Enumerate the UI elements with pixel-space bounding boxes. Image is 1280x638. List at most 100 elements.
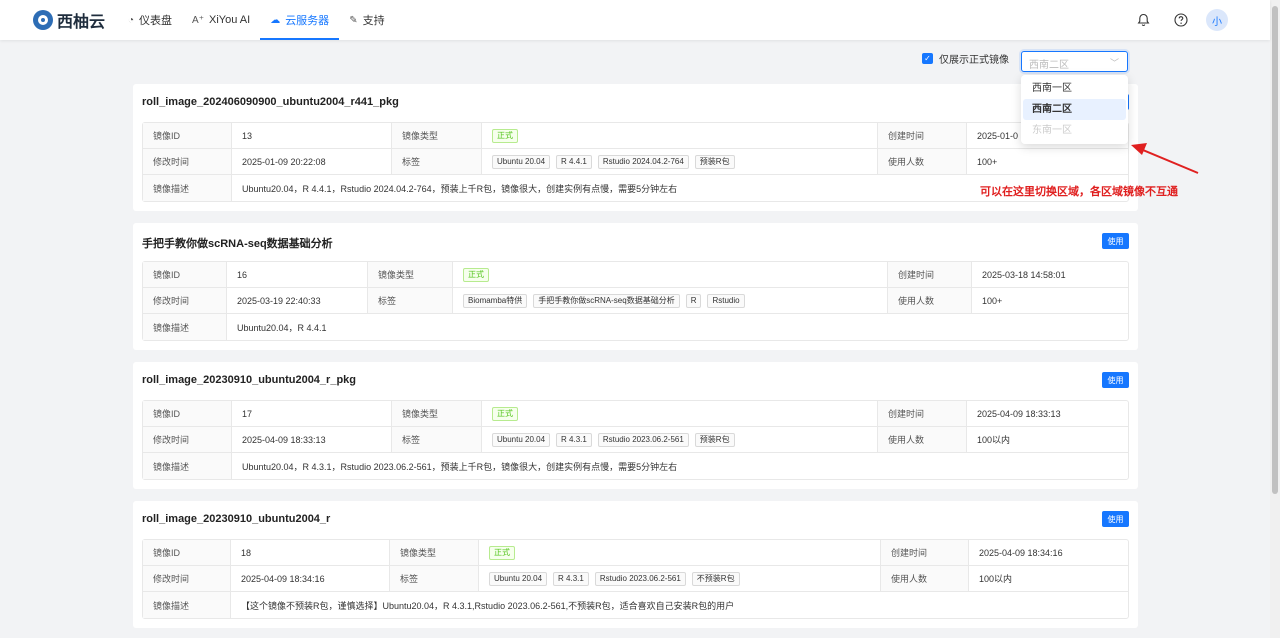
table-row: 镜像描述 Ubuntu20.04，R 4.4.1 bbox=[143, 314, 1128, 340]
use-button[interactable]: 使用 bbox=[1102, 511, 1129, 527]
tag: 预装R包 bbox=[694, 432, 735, 447]
value-image-id: 13 bbox=[232, 123, 392, 148]
label-image-id: 镜像ID bbox=[143, 401, 232, 426]
value-users: 100以内 bbox=[977, 435, 1011, 445]
tag: Rstudio 2024.04.2-764 bbox=[597, 154, 689, 169]
value-modified: 2025-01-09 20:22:08 bbox=[232, 149, 392, 174]
nav-item-support[interactable]: ✎ 支持 bbox=[339, 0, 394, 40]
label-tags: 标签 bbox=[390, 566, 479, 591]
image-card: roll_image_20230910_ubuntu2004_r_pkg 使用 … bbox=[133, 362, 1138, 489]
table-row: 镜像ID 16 镜像类型 正式 创建时间 2025-03-18 14:58:01 bbox=[143, 262, 1128, 288]
value-desc: Ubuntu20.04，R 4.4.1 bbox=[237, 322, 327, 333]
value-image-type: 正式 bbox=[453, 262, 888, 287]
label-image-type: 镜像类型 bbox=[368, 262, 453, 287]
label-created: 创建时间 bbox=[888, 262, 972, 287]
chevron-down-icon: ﹀ bbox=[1109, 58, 1119, 68]
label-image-type: 镜像类型 bbox=[392, 123, 482, 148]
cloud-icon: ☁ bbox=[270, 14, 281, 26]
tag: Ubuntu 20.04 bbox=[489, 571, 548, 586]
value-users: 100以内 bbox=[979, 574, 1013, 584]
label-created: 创建时间 bbox=[878, 401, 967, 426]
value-image-id: 16 bbox=[227, 262, 368, 287]
value-modified: 2025-04-09 18:34:16 bbox=[231, 566, 390, 591]
label-users: 使用人数 bbox=[888, 288, 972, 313]
label-tags: 标签 bbox=[392, 149, 482, 174]
tag-list: Ubuntu 20.04 R 4.3.1 Rstudio 2023.06.2-5… bbox=[482, 427, 878, 452]
label-image-id: 镜像ID bbox=[143, 540, 231, 565]
tag: Rstudio bbox=[707, 293, 745, 308]
region-select[interactable]: 西南二区 ﹀ bbox=[1021, 51, 1128, 72]
value-desc: 【这个镜像不预装R包，谨慎选择】Ubuntu20.04，R 4.3.1,Rstu… bbox=[241, 600, 735, 611]
checkbox-checked-icon[interactable]: ✓ bbox=[922, 53, 933, 64]
table-row: 镜像ID 18 镜像类型 正式 创建时间 2025-04-09 18:34:16 bbox=[143, 540, 1128, 566]
value-image-type: 正式 bbox=[479, 540, 881, 565]
label-image-type: 镜像类型 bbox=[390, 540, 479, 565]
brand-name: 西柚云 bbox=[57, 14, 106, 31]
value-image-id: 17 bbox=[232, 401, 392, 426]
status-badge: 正式 bbox=[492, 406, 518, 421]
use-button[interactable]: 使用 bbox=[1102, 372, 1129, 388]
value-image-type: 正式 bbox=[482, 123, 878, 148]
value-created: 2025-04-09 18:34:16 bbox=[979, 547, 1063, 558]
tag: Rstudio 2023.06.2-561 bbox=[597, 432, 689, 447]
image-card: roll_image_20230910_ubuntu2004_r 使用 镜像ID… bbox=[133, 501, 1138, 628]
nav-item-label: 仪表盘 bbox=[139, 15, 173, 27]
label-desc: 镜像描述 bbox=[143, 314, 227, 340]
label-modified: 修改时间 bbox=[143, 288, 227, 313]
annotation-text: 可以在这里切换区域，各区域镜像不互通 bbox=[980, 186, 1178, 198]
label-image-type: 镜像类型 bbox=[392, 401, 482, 426]
bell-icon[interactable] bbox=[1135, 12, 1151, 28]
user-avatar[interactable]: 小 bbox=[1206, 9, 1228, 31]
tag: Rstudio 2023.06.2-561 bbox=[594, 571, 686, 586]
image-detail-table: 镜像ID 17 镜像类型 正式 创建时间 2025-04-09 18:33:13… bbox=[142, 400, 1129, 480]
region-option-southwest-1[interactable]: 西南一区 bbox=[1023, 78, 1126, 99]
image-card: 手把手教你做scRNA-seq数据基础分析 使用 镜像ID 16 镜像类型 正式… bbox=[133, 223, 1138, 350]
label-desc: 镜像描述 bbox=[143, 592, 231, 618]
region-select-value: 西南二区 bbox=[1029, 60, 1069, 71]
value-users: 100+ bbox=[977, 156, 998, 167]
value-image-type: 正式 bbox=[482, 401, 878, 426]
ai-sparkle-icon: A⁺ bbox=[192, 14, 204, 26]
nav-item-xiyou-ai[interactable]: A⁺ XiYou AI bbox=[182, 0, 260, 40]
tag: R bbox=[685, 293, 702, 308]
value-modified: 2025-04-09 18:33:13 bbox=[232, 427, 392, 452]
label-desc: 镜像描述 bbox=[143, 175, 232, 201]
tag: 不预装R包 bbox=[691, 571, 740, 586]
table-row: 镜像ID 13 镜像类型 正式 创建时间 2025-01-0 bbox=[143, 123, 1128, 149]
label-desc: 镜像描述 bbox=[143, 453, 232, 479]
image-title: 手把手教你做scRNA-seq数据基础分析 bbox=[142, 238, 333, 250]
image-title: roll_image_20230910_ubuntu2004_r_pkg bbox=[142, 374, 357, 386]
help-icon[interactable] bbox=[1173, 12, 1189, 28]
table-row: 镜像描述 Ubuntu20.04，R 4.3.1，Rstudio 2023.06… bbox=[143, 453, 1128, 479]
tag: R 4.3.1 bbox=[553, 571, 589, 586]
image-title: roll_image_202406090900_ubuntu2004_r441_… bbox=[142, 96, 399, 108]
table-row: 修改时间 2025-03-19 22:40:33 标签 Biomamba特供 手… bbox=[143, 288, 1128, 314]
label-users: 使用人数 bbox=[878, 427, 967, 452]
tag: 手把手教你做scRNA-seq数据基础分析 bbox=[533, 293, 680, 308]
region-dropdown: 西南一区 西南二区 东南一区 bbox=[1021, 75, 1128, 144]
official-only-toggle[interactable]: ✓ 仅展示正式镜像 bbox=[922, 51, 1009, 66]
status-badge: 正式 bbox=[489, 545, 515, 560]
region-option-southwest-2[interactable]: 西南二区 bbox=[1023, 99, 1126, 120]
label-created: 创建时间 bbox=[881, 540, 969, 565]
value-created: 2025-04-09 18:33:13 bbox=[977, 408, 1061, 419]
tag-list: Biomamba特供 手把手教你做scRNA-seq数据基础分析 R Rstud… bbox=[453, 288, 888, 313]
table-row: 镜像ID 17 镜像类型 正式 创建时间 2025-04-09 18:33:13 bbox=[143, 401, 1128, 427]
scrollbar-thumb[interactable] bbox=[1272, 6, 1278, 494]
nav-item-cloud-server[interactable]: ☁ 云服务器 bbox=[260, 0, 340, 40]
region-option-southeast-1: 东南一区 bbox=[1032, 125, 1072, 136]
nav-item-dashboard[interactable]: ◔ 仪表盘 bbox=[118, 0, 182, 40]
value-modified: 2025-03-19 22:40:33 bbox=[227, 288, 368, 313]
table-row: 镜像描述 【这个镜像不预装R包，谨慎选择】Ubuntu20.04，R 4.3.1… bbox=[143, 592, 1128, 618]
dashboard-icon: ◔ bbox=[128, 14, 135, 26]
tag: Ubuntu 20.04 bbox=[492, 154, 551, 169]
label-modified: 修改时间 bbox=[143, 427, 232, 452]
tag: R 4.3.1 bbox=[556, 432, 592, 447]
label-users: 使用人数 bbox=[881, 566, 969, 591]
brand-logo[interactable]: 西柚云 bbox=[33, 8, 118, 32]
use-button[interactable]: 使用 bbox=[1102, 233, 1129, 249]
table-row: 修改时间 2025-04-09 18:34:16 标签 Ubuntu 20.04… bbox=[143, 566, 1128, 592]
value-created: 2025-03-18 14:58:01 bbox=[982, 269, 1066, 280]
status-badge: 正式 bbox=[463, 267, 489, 282]
page-scrollbar[interactable] bbox=[1270, 0, 1280, 638]
